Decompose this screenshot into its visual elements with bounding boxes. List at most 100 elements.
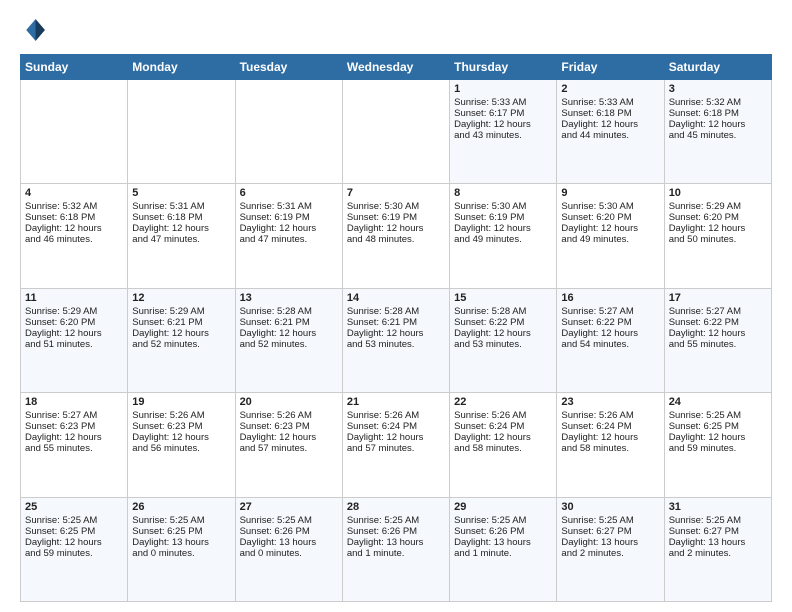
cell-info: Sunrise: 5:26 AM bbox=[132, 410, 230, 421]
calendar-cell: 18Sunrise: 5:27 AMSunset: 6:23 PMDayligh… bbox=[21, 393, 128, 497]
calendar-cell: 3Sunrise: 5:32 AMSunset: 6:18 PMDaylight… bbox=[664, 80, 771, 184]
cell-info: Sunrise: 5:27 AM bbox=[561, 306, 659, 317]
calendar-cell: 10Sunrise: 5:29 AMSunset: 6:20 PMDayligh… bbox=[664, 184, 771, 288]
cell-info: Daylight: 12 hours bbox=[240, 328, 338, 339]
cell-info: Daylight: 12 hours bbox=[561, 328, 659, 339]
cell-info: Sunrise: 5:28 AM bbox=[240, 306, 338, 317]
cell-info: Sunset: 6:20 PM bbox=[25, 317, 123, 328]
cell-info: and 1 minute. bbox=[454, 548, 552, 559]
calendar-cell: 1Sunrise: 5:33 AMSunset: 6:17 PMDaylight… bbox=[450, 80, 557, 184]
cell-info: Daylight: 12 hours bbox=[240, 223, 338, 234]
cell-info: Sunrise: 5:28 AM bbox=[347, 306, 445, 317]
calendar-cell: 16Sunrise: 5:27 AMSunset: 6:22 PMDayligh… bbox=[557, 288, 664, 392]
cell-info: Daylight: 12 hours bbox=[25, 537, 123, 548]
day-number: 11 bbox=[25, 292, 123, 304]
cell-info: and 49 minutes. bbox=[454, 234, 552, 245]
cell-info: Sunrise: 5:26 AM bbox=[454, 410, 552, 421]
cell-info: Daylight: 12 hours bbox=[561, 119, 659, 130]
cell-info: Sunset: 6:19 PM bbox=[240, 212, 338, 223]
cell-info: and 45 minutes. bbox=[669, 130, 767, 141]
day-number: 27 bbox=[240, 501, 338, 513]
cell-info: Sunset: 6:26 PM bbox=[347, 526, 445, 537]
header-cell-friday: Friday bbox=[557, 55, 664, 80]
cell-info: Daylight: 12 hours bbox=[454, 119, 552, 130]
cell-info: Daylight: 13 hours bbox=[669, 537, 767, 548]
cell-info: Sunset: 6:22 PM bbox=[669, 317, 767, 328]
day-number: 6 bbox=[240, 187, 338, 199]
week-row-1: 4Sunrise: 5:32 AMSunset: 6:18 PMDaylight… bbox=[21, 184, 772, 288]
cell-info: and 0 minutes. bbox=[132, 548, 230, 559]
cell-info: Daylight: 13 hours bbox=[454, 537, 552, 548]
cell-info: Sunset: 6:18 PM bbox=[669, 108, 767, 119]
cell-info: Sunset: 6:18 PM bbox=[132, 212, 230, 223]
cell-info: Daylight: 13 hours bbox=[240, 537, 338, 548]
cell-info: and 51 minutes. bbox=[25, 339, 123, 350]
day-number: 29 bbox=[454, 501, 552, 513]
cell-info: Sunrise: 5:30 AM bbox=[561, 201, 659, 212]
calendar-cell: 30Sunrise: 5:25 AMSunset: 6:27 PMDayligh… bbox=[557, 497, 664, 601]
cell-info: Sunset: 6:25 PM bbox=[25, 526, 123, 537]
cell-info: Daylight: 12 hours bbox=[669, 328, 767, 339]
day-number: 24 bbox=[669, 396, 767, 408]
day-number: 4 bbox=[25, 187, 123, 199]
day-number: 17 bbox=[669, 292, 767, 304]
calendar-cell: 24Sunrise: 5:25 AMSunset: 6:25 PMDayligh… bbox=[664, 393, 771, 497]
day-number: 26 bbox=[132, 501, 230, 513]
day-number: 19 bbox=[132, 396, 230, 408]
calendar-cell: 26Sunrise: 5:25 AMSunset: 6:25 PMDayligh… bbox=[128, 497, 235, 601]
calendar-cell: 8Sunrise: 5:30 AMSunset: 6:19 PMDaylight… bbox=[450, 184, 557, 288]
cell-info: and 54 minutes. bbox=[561, 339, 659, 350]
cell-info: Sunset: 6:21 PM bbox=[347, 317, 445, 328]
calendar-cell: 14Sunrise: 5:28 AMSunset: 6:21 PMDayligh… bbox=[342, 288, 449, 392]
page: SundayMondayTuesdayWednesdayThursdayFrid… bbox=[0, 0, 792, 612]
cell-info: Sunset: 6:21 PM bbox=[132, 317, 230, 328]
day-number: 23 bbox=[561, 396, 659, 408]
calendar-cell bbox=[128, 80, 235, 184]
cell-info: Sunrise: 5:25 AM bbox=[240, 515, 338, 526]
calendar-cell bbox=[21, 80, 128, 184]
day-number: 3 bbox=[669, 83, 767, 95]
calendar-cell: 15Sunrise: 5:28 AMSunset: 6:22 PMDayligh… bbox=[450, 288, 557, 392]
cell-info: and 57 minutes. bbox=[240, 443, 338, 454]
cell-info: Sunrise: 5:32 AM bbox=[669, 97, 767, 108]
calendar-header: SundayMondayTuesdayWednesdayThursdayFrid… bbox=[21, 55, 772, 80]
cell-info: and 0 minutes. bbox=[240, 548, 338, 559]
calendar-cell: 25Sunrise: 5:25 AMSunset: 6:25 PMDayligh… bbox=[21, 497, 128, 601]
day-number: 9 bbox=[561, 187, 659, 199]
day-number: 7 bbox=[347, 187, 445, 199]
cell-info: and 55 minutes. bbox=[25, 443, 123, 454]
cell-info: Sunrise: 5:28 AM bbox=[454, 306, 552, 317]
calendar-cell: 13Sunrise: 5:28 AMSunset: 6:21 PMDayligh… bbox=[235, 288, 342, 392]
header-cell-thursday: Thursday bbox=[450, 55, 557, 80]
cell-info: Sunset: 6:17 PM bbox=[454, 108, 552, 119]
cell-info: and 47 minutes. bbox=[240, 234, 338, 245]
cell-info: Sunset: 6:24 PM bbox=[561, 421, 659, 432]
calendar-cell: 17Sunrise: 5:27 AMSunset: 6:22 PMDayligh… bbox=[664, 288, 771, 392]
header-cell-monday: Monday bbox=[128, 55, 235, 80]
calendar-cell: 9Sunrise: 5:30 AMSunset: 6:20 PMDaylight… bbox=[557, 184, 664, 288]
cell-info: and 53 minutes. bbox=[347, 339, 445, 350]
cell-info: Sunset: 6:21 PM bbox=[240, 317, 338, 328]
cell-info: and 48 minutes. bbox=[347, 234, 445, 245]
day-number: 5 bbox=[132, 187, 230, 199]
cell-info: Sunrise: 5:26 AM bbox=[561, 410, 659, 421]
day-number: 1 bbox=[454, 83, 552, 95]
cell-info: Sunset: 6:27 PM bbox=[669, 526, 767, 537]
cell-info: and 59 minutes. bbox=[669, 443, 767, 454]
calendar-cell: 11Sunrise: 5:29 AMSunset: 6:20 PMDayligh… bbox=[21, 288, 128, 392]
cell-info: Sunset: 6:23 PM bbox=[25, 421, 123, 432]
cell-info: Sunrise: 5:32 AM bbox=[25, 201, 123, 212]
day-number: 12 bbox=[132, 292, 230, 304]
cell-info: Sunrise: 5:25 AM bbox=[669, 515, 767, 526]
header-row: SundayMondayTuesdayWednesdayThursdayFrid… bbox=[21, 55, 772, 80]
cell-info: Daylight: 12 hours bbox=[25, 328, 123, 339]
cell-info: Daylight: 12 hours bbox=[132, 223, 230, 234]
cell-info: Sunset: 6:22 PM bbox=[561, 317, 659, 328]
cell-info: and 2 minutes. bbox=[561, 548, 659, 559]
cell-info: and 56 minutes. bbox=[132, 443, 230, 454]
week-row-2: 11Sunrise: 5:29 AMSunset: 6:20 PMDayligh… bbox=[21, 288, 772, 392]
cell-info: Daylight: 12 hours bbox=[669, 223, 767, 234]
cell-info: Sunset: 6:24 PM bbox=[454, 421, 552, 432]
cell-info: and 58 minutes. bbox=[454, 443, 552, 454]
cell-info: and 43 minutes. bbox=[454, 130, 552, 141]
